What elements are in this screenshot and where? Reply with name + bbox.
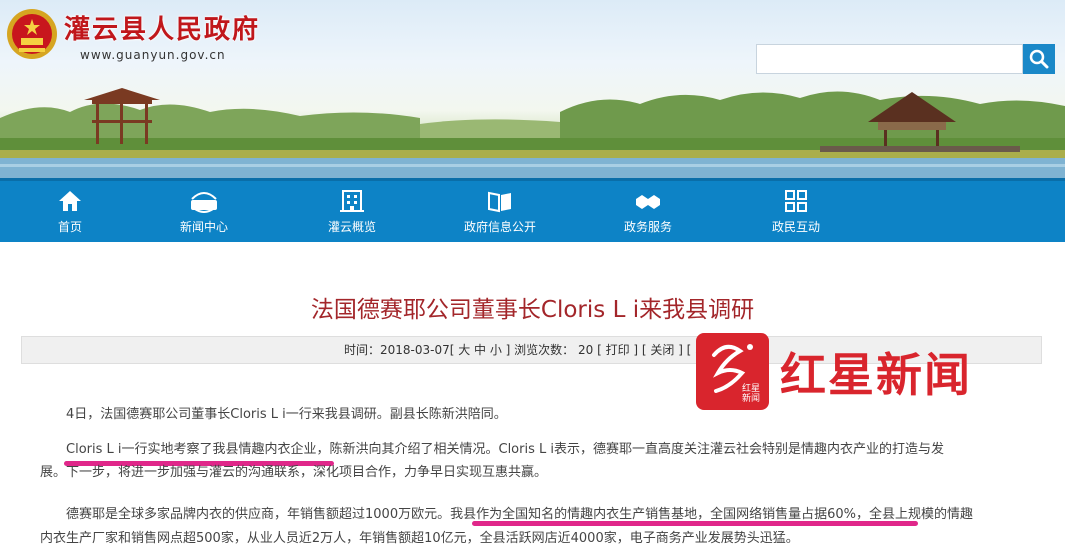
site-banner: 灌云县人民政府 www.guanyun.gov.cn <box>0 0 1065 178</box>
handshake-icon <box>636 195 660 209</box>
article-paragraph: 4日，法国德赛耶公司董事长Cloris L i一行来我县调研。副县长陈新洪陪同。 <box>66 407 507 422</box>
article-paragraph: 德赛耶是全球多家品牌内衣的供应商，年销售额超过1000万欧元。我县作为全国知名的… <box>66 507 973 522</box>
nav-item-overview[interactable]: 灌云概览 <box>278 181 426 242</box>
nav-item-news[interactable]: 新闻中心 <box>130 181 278 242</box>
watermark-logo-text: 红星新闻 <box>741 384 760 404</box>
nav-item-label: 新闻中心 <box>179 220 228 234</box>
article-paragraph: 内衣生产厂家和销售网点超500家，从业人员近2万人，年销售额超10亿元，全县活跃… <box>40 531 799 546</box>
nav-item-interaction[interactable]: 政民互动 <box>722 181 870 242</box>
search-icon <box>1029 49 1049 69</box>
site-url: www.guanyun.gov.cn <box>80 48 226 62</box>
news-icon <box>191 192 217 213</box>
nav-item-gov-info[interactable]: 政府信息公开 <box>426 181 574 242</box>
nav-item-label: 政民互动 <box>771 220 820 234</box>
nav-item-label: 首页 <box>57 220 82 234</box>
nav-item-label: 政府信息公开 <box>463 220 536 234</box>
national-emblem-icon <box>7 9 57 59</box>
nav-item-services[interactable]: 政务服务 <box>574 181 722 242</box>
home-icon <box>59 191 81 211</box>
site-title[interactable]: 灌云县人民政府 <box>64 9 260 46</box>
main-nav: 首页 新闻中心 灌云概览 政府信息公开 政务服务 政民互动 <box>0 178 1065 242</box>
grid-icon <box>785 190 807 212</box>
article-paragraph: 展。下一步，将进一步加强与灌云的沟通联系，深化项目合作，力争早日实现互惠共赢。 <box>40 465 548 480</box>
building-icon <box>340 190 364 212</box>
nav-item-home[interactable]: 首页 <box>10 181 130 242</box>
book-icon <box>488 191 511 213</box>
search-button[interactable] <box>1023 44 1055 74</box>
article-title: 法国德赛耶公司董事长Cloris L i来我县调研 <box>310 297 755 323</box>
watermark-logo: 红星新闻 <box>696 333 769 410</box>
nav-item-label: 政务服务 <box>623 220 672 234</box>
watermark-brand: 红星新闻 <box>780 348 972 402</box>
search-input[interactable] <box>756 44 1023 74</box>
nav-item-label: 灌云概览 <box>327 220 376 234</box>
article-meta: 时间：2018-03-07[ 大 中 小 ] 浏览次数： 20 [ 打印 ] [… <box>344 343 708 357</box>
